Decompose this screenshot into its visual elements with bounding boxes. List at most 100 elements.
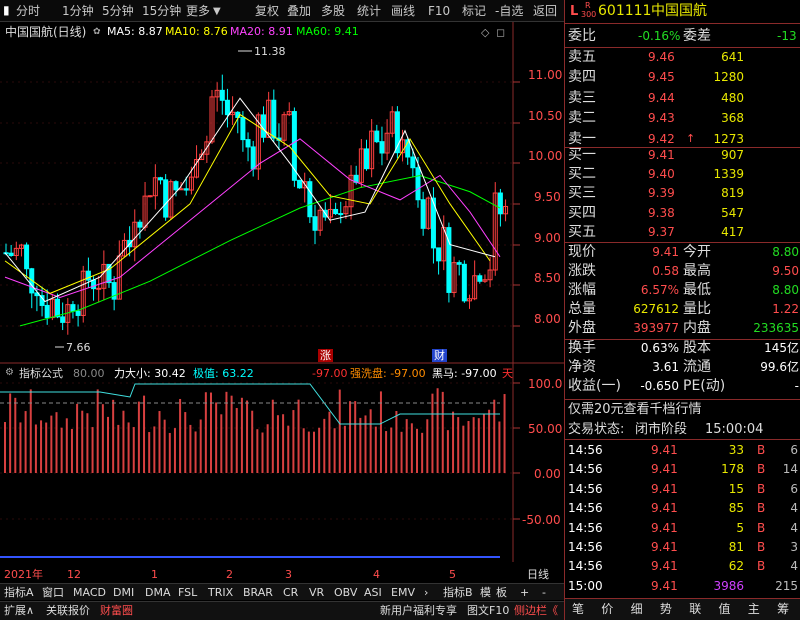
tick-row[interactable]: 14:56 9.41 62 B 4 [565,558,800,576]
menu-icon[interactable]: ▮ [3,4,10,16]
indicator-bar [127,422,130,473]
financial-report-tag[interactable]: 财 [432,349,447,362]
quote-label: 现价 [568,244,596,260]
side-tab[interactable]: 细 [631,603,643,615]
ask-price[interactable]: 9.46 [648,51,675,63]
btn-draw[interactable]: 画线 [391,5,415,17]
btn-stats[interactable]: 统计 [357,5,381,17]
tick-row[interactable]: 14:56 9.41 178 B 14 [565,461,800,479]
tick-row[interactable]: 14:56 9.41 81 B 3 [565,539,800,557]
candle-body [250,146,256,170]
indicator-gear-icon[interactable]: ⚙ [5,368,14,378]
btn-watchlist[interactable]: -自选 [495,5,523,17]
btn-f10[interactable]: F10 [428,5,450,17]
tab-template[interactable]: 模 [480,587,491,598]
indicator-bar [323,418,326,473]
tab-dma[interactable]: DMA [145,587,171,598]
flag-l: L [570,4,579,19]
period-daily[interactable]: 日线 [527,569,549,580]
tab-asi[interactable]: ASI [364,587,382,598]
ask-price[interactable]: 9.45 [648,71,675,83]
weicha-label: 委差 [683,28,711,44]
indicator-bar [302,428,305,473]
quote-value: 627612 [633,302,679,316]
side-tab[interactable]: 笔 [572,603,584,615]
bid-price[interactable]: 9.40 [648,168,675,180]
indicator-bar [220,414,223,473]
tab-board[interactable]: 板 [496,587,507,598]
more-dropdown-icon[interactable]: ▼ [213,7,221,17]
tab-macd[interactable]: MACD [73,587,106,598]
btn-mark[interactable]: 标记 [462,5,486,17]
side-tab[interactable]: 值 [719,603,731,615]
candle-body [8,252,14,257]
tab-emv[interactable]: EMV [391,587,415,598]
f10-graphic-button[interactable]: 图文F10 [467,605,509,616]
side-tab[interactable]: 价 [601,603,613,615]
side-tab[interactable]: 联 [689,603,701,615]
btn-multi[interactable]: 多股 [321,5,345,17]
tab-obv[interactable]: OBV [334,587,357,598]
tick-row[interactable]: 14:56 9.41 85 B 4 [565,500,800,518]
related-quotes-button[interactable]: 关联报价 [46,605,90,616]
tab-15min[interactable]: 15分钟 [142,5,181,17]
tick-row[interactable]: 14:56 9.41 15 B 6 [565,481,800,499]
zoom-out-button[interactable]: - [542,587,546,598]
tab-more[interactable]: 更多 [186,5,210,17]
tab-trix[interactable]: TRIX [208,587,233,598]
tab-indicator-b[interactable]: 指标B [443,587,473,598]
ask-price[interactable]: 9.44 [648,92,675,104]
new-user-promo[interactable]: 新用户福利专享 [380,605,457,616]
ask-price[interactable]: 9.42 [648,133,675,145]
tab-fsl[interactable]: FSL [178,587,197,598]
zoom-in-button[interactable]: + [520,587,529,598]
tab-indicator-a[interactable]: 指标A [4,587,34,598]
side-tab[interactable]: 势 [660,603,672,615]
bid-price[interactable]: 9.38 [648,207,675,219]
tick-row[interactable]: 15:00 9.41 3986 215 [565,578,800,596]
tab-dmi[interactable]: DMI [113,587,134,598]
btn-overlay[interactable]: 叠加 [287,5,311,17]
tab-1min[interactable]: 1分钟 [62,5,94,17]
expand-button[interactable]: 扩展∧ [4,605,34,616]
ask-label: 卖五 [568,49,596,65]
btn-back[interactable]: 返回 [533,5,557,17]
bid-volume: 547 [721,205,744,220]
bid-price[interactable]: 9.41 [648,149,675,161]
wealth-circle-button[interactable]: 财富圈 [100,605,133,616]
bid-price[interactable]: 9.39 [648,187,675,199]
sidebar-toggle[interactable]: 侧边栏《 [514,605,558,616]
candle-body [364,148,369,170]
tab-5min[interactable]: 5分钟 [102,5,134,17]
tick-volume: 81 [728,540,744,554]
tick-row[interactable]: 14:56 9.41 5 B 4 [565,520,800,538]
trade-status: 闭市阶段 [635,422,688,437]
ask-price[interactable]: 9.43 [648,112,675,124]
price-axis-label: 10.50 [528,109,563,123]
side-tab[interactable]: 主 [748,603,760,615]
tab-window[interactable]: 窗口 [42,587,64,598]
quote-value: 6.57% [640,283,679,297]
indicator-bar [189,424,192,473]
indicator-bar [472,417,475,473]
tick-volume: 3986 [713,578,744,593]
tick-row[interactable]: 14:56 9.41 33 B 6 [565,442,800,460]
side-tab[interactable]: 筹 [777,603,789,615]
tab-brar[interactable]: BRAR [243,587,273,598]
weibi-value: -0.16% [638,29,681,43]
kline-chart[interactable] [0,22,564,562]
tab-cr[interactable]: CR [283,587,298,598]
indicator-bar [225,391,228,473]
tab-intraday[interactable]: 分时 [16,5,40,17]
level2-promo[interactable]: 仅需20元查看千档行情 [568,403,702,416]
bid-price[interactable]: 9.37 [648,226,675,238]
limit-up-tag[interactable]: 涨 [318,349,333,362]
tick-side: B [757,443,766,457]
indicator-bar [338,389,341,473]
tab-scroll-right-icon[interactable]: › [424,587,428,598]
date-month: 12 [67,568,81,581]
tab-vr[interactable]: VR [309,587,324,598]
btn-adjust[interactable]: 复权 [255,5,279,17]
indicator-bar [215,402,218,473]
indicator-97: -97.00 [312,367,348,380]
